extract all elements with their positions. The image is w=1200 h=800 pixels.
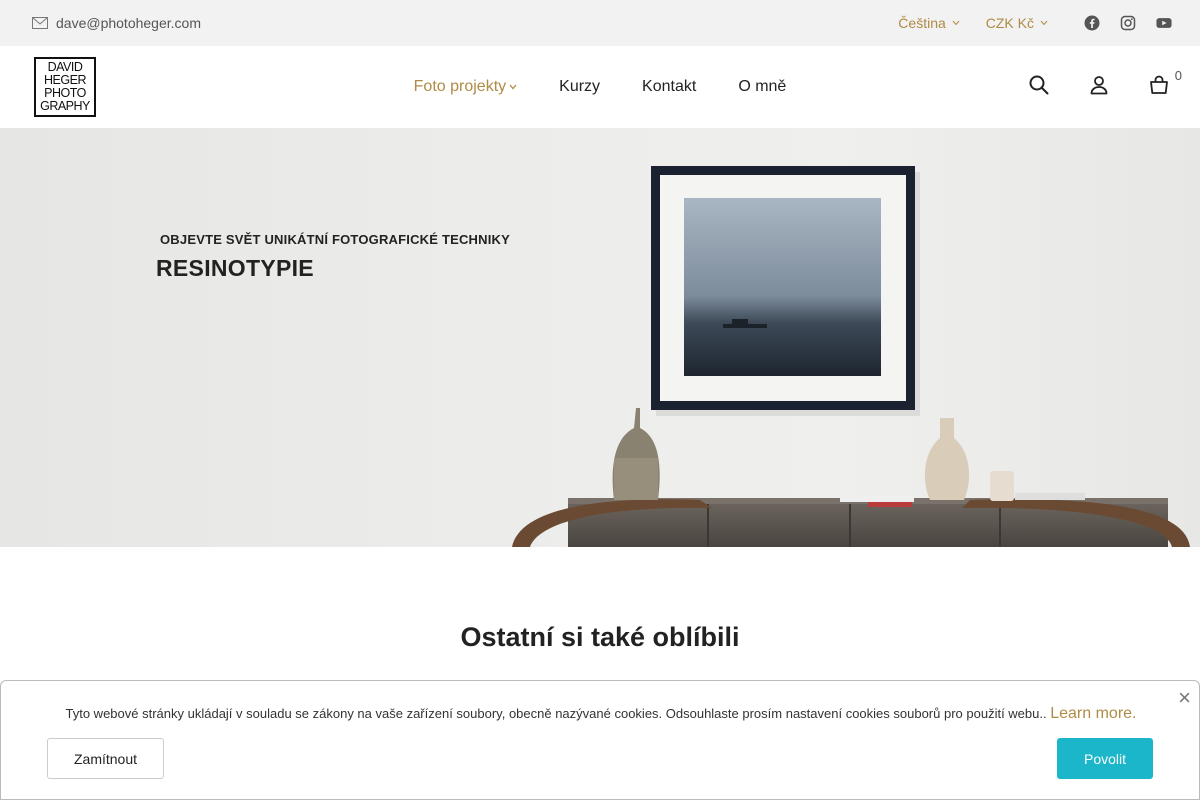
nav-item-o-mne[interactable]: O mně [738, 78, 786, 96]
email-text: dave@photoheger.com [56, 15, 201, 31]
hero-title: RESINOTYPIE [156, 255, 314, 281]
chevron-down-icon [1040, 20, 1048, 26]
currency-label: CZK Kč [985, 15, 1034, 31]
learn-more-link[interactable]: Learn more. [1050, 705, 1136, 722]
nav-item-foto-projekty[interactable]: Foto projekty [414, 78, 517, 96]
user-icon[interactable] [1088, 74, 1110, 96]
nav-item-label: O mně [738, 78, 787, 95]
mail-icon [32, 17, 48, 29]
facebook-icon[interactable] [1084, 15, 1100, 31]
currency-select[interactable]: CZK Kč [986, 15, 1048, 31]
close-icon[interactable]: × [1178, 685, 1191, 711]
cookie-message: Tyto webové stránky ukládají v souladu s… [1, 705, 1200, 723]
top-bar: dave@photoheger.com Čeština CZK Kč [0, 0, 1200, 46]
decline-button[interactable]: Zamítnout [47, 738, 164, 779]
instagram-icon[interactable] [1120, 15, 1136, 31]
allow-button[interactable]: Povolit [1057, 738, 1153, 779]
nav-item-label: Kontakt [642, 78, 697, 95]
chevron-down-icon [952, 20, 960, 26]
hero-text: OBJEVTE SVĚT UNIKÁTNÍ FOTOGRAFICKÉ TECHN… [156, 232, 510, 282]
cart-icon[interactable]: 0 [1148, 68, 1182, 96]
language-label: Čeština [898, 15, 946, 31]
main-nav: Foto projekty Kurzy Kontakt O mně [0, 46, 1200, 128]
nav-item-label: Foto projekty [413, 78, 507, 95]
hero-subtitle: OBJEVTE SVĚT UNIKÁTNÍ FOTOGRAFICKÉ TECHN… [160, 232, 510, 247]
chevron-down-icon [509, 84, 517, 90]
search-icon[interactable] [1028, 74, 1050, 96]
contact-email[interactable]: dave@photoheger.com [32, 15, 201, 31]
main-header: DAVID HEGER PHOTO GRAPHY Foto projekty K… [0, 46, 1200, 128]
hero-banner[interactable]: OBJEVTE SVĚT UNIKÁTNÍ FOTOGRAFICKÉ TECHN… [0, 128, 1200, 547]
language-select[interactable]: Čeština [898, 15, 960, 31]
hero-image [512, 166, 1190, 547]
nav-item-label: Kurzy [559, 78, 601, 95]
cart-count: 0 [1174, 68, 1182, 83]
nav-item-kontakt[interactable]: Kontakt [642, 78, 696, 96]
section-title: Ostatní si také oblíbili [460, 622, 740, 652]
cookie-banner: Tyto webové stránky ukládají v souladu s… [0, 680, 1200, 800]
cookie-text: Tyto webové stránky ukládají v souladu s… [65, 706, 1047, 721]
nav-item-kurzy[interactable]: Kurzy [559, 78, 600, 96]
youtube-icon[interactable] [1156, 15, 1172, 31]
